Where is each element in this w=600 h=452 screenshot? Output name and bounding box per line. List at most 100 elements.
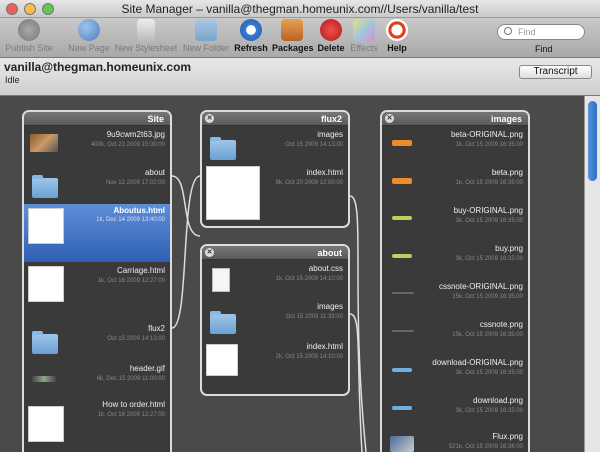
list-item[interactable]: download.png 3k, Oct 15 2009 16:35:00: [382, 394, 528, 430]
buy-image-icon: [392, 216, 412, 220]
css-file-icon: [212, 268, 230, 292]
beta-image-icon: [392, 140, 412, 146]
page-thumbnail-icon: [28, 266, 64, 302]
list-item[interactable]: buy.png 3k, Oct 15 2009 16:35:00: [382, 242, 528, 278]
find-label: Find: [535, 44, 553, 54]
item-meta: 3k, Oct 15 2009 16:35:00: [455, 370, 523, 376]
column-flux2: ✕ flux2 images Oct 15 2009 14:13:00 inde…: [200, 110, 350, 228]
buy-image-icon: [392, 254, 412, 258]
item-name: index.html: [306, 342, 343, 351]
list-item[interactable]: flux2 Oct 15 2009 14:13:00: [24, 322, 170, 360]
list-item[interactable]: 9u9cwm2t63.jpg 400k, Oct 23 2009 15:00:0…: [24, 128, 170, 164]
list-item[interactable]: images Oct 15 2009 14:13:00: [202, 128, 348, 166]
column-images-label: images: [490, 114, 522, 124]
help-button[interactable]: Help: [383, 19, 411, 53]
item-name: flux2: [148, 324, 165, 333]
item-meta: 400k, Oct 23 2009 15:00:00: [90, 142, 165, 148]
page-thumbnail-icon: [206, 166, 260, 220]
item-name: Carriage.html: [116, 266, 165, 275]
column-about-title: ✕ about: [202, 246, 348, 260]
item-name: beta.png: [491, 168, 523, 177]
beta-image-icon: [392, 178, 412, 184]
list-item[interactable]: download-ORIGINAL.png 3k, Oct 15 2009 16…: [382, 356, 528, 392]
flux-image-icon: [390, 436, 414, 452]
item-name: download.png: [473, 396, 523, 405]
item-meta: 1k, Oct 16 2009 12:27:00: [97, 412, 165, 418]
list-item[interactable]: header.gif 6k, Dec 15 2009 11:00:00: [24, 362, 170, 398]
globe-icon: [78, 19, 100, 41]
item-meta: 9k, Oct 20 2009 12:00:00: [275, 180, 343, 186]
cssnote-image-icon: [392, 292, 414, 294]
item-meta: Nov 12 2009 17:02:00: [105, 180, 165, 186]
list-item[interactable]: about Nov 12 2009 17:02:00: [24, 166, 170, 204]
delete-icon: [320, 19, 342, 41]
search-icon: [504, 27, 512, 35]
item-name: cssnote.png: [479, 320, 523, 329]
item-name: buy.png: [495, 244, 523, 253]
new-page-label: New Page: [68, 43, 110, 53]
folder-icon: [32, 331, 58, 354]
delete-button[interactable]: Delete: [316, 19, 346, 53]
item-meta: 15k, Oct 15 2009 16:35:00: [452, 294, 523, 300]
item-meta: Oct 15 2009 11:33:00: [285, 314, 343, 320]
item-meta: Oct 15 2009 14:13:00: [285, 142, 343, 148]
list-item[interactable]: images Oct 15 2009 11:33:00: [202, 300, 348, 338]
jpg-thumbnail-icon: [30, 134, 58, 152]
item-name: How to order.html: [102, 400, 165, 409]
list-item[interactable]: Carriage.html 1k, Oct 16 2009 12:27:00: [24, 262, 170, 322]
new-folder-button[interactable]: New Folder: [181, 19, 231, 53]
publish-site-button[interactable]: Publish Site: [4, 19, 54, 53]
item-meta: 6k, Dec 15 2009 11:00:00: [96, 376, 165, 382]
new-page-button[interactable]: New Page: [66, 19, 112, 53]
packages-icon: [281, 19, 303, 41]
list-item[interactable]: index.html 9k, Oct 20 2009 12:00:00: [202, 166, 348, 226]
folder-icon: [32, 175, 58, 198]
item-name: 9u9cwm2t63.jpg: [106, 130, 165, 139]
page-thumbnail-icon: [206, 344, 238, 376]
refresh-label: Refresh: [234, 43, 268, 53]
window-title: Site Manager – vanilla@thegman.homeunix.…: [121, 2, 479, 16]
effects-button[interactable]: Effects: [348, 19, 380, 53]
packages-button[interactable]: Packages: [272, 19, 314, 53]
publish-site-label: Publish Site: [5, 43, 53, 53]
column-about: ✕ about about.css 1k, Oct 15 2009 14:10:…: [200, 244, 350, 396]
list-item[interactable]: Aboutus.html 1k, Dec 14 2009 13:40:00: [24, 204, 170, 262]
column-flux2-title: ✕ flux2: [202, 112, 348, 126]
search-input[interactable]: Find: [497, 24, 585, 40]
close-icon[interactable]: ✕: [385, 114, 394, 123]
item-name: about.css: [308, 264, 343, 273]
list-item[interactable]: buy-ORIGINAL.png 3k, Oct 15 2009 16:35:0…: [382, 204, 528, 240]
scrollbar-thumb[interactable]: [588, 101, 597, 181]
item-name: images: [317, 130, 343, 139]
list-item[interactable]: beta-ORIGINAL.png 1k, Oct 15 2009 16:35:…: [382, 128, 528, 164]
list-item[interactable]: index.html 2k, Oct 15 2009 14:10:00: [202, 340, 348, 394]
list-item[interactable]: Flux.png 521k, Oct 15 2009 16:36:00: [382, 430, 528, 452]
item-meta: 521k, Oct 15 2009 16:36:00: [448, 444, 523, 450]
new-stylesheet-button[interactable]: New Stylesheet: [114, 19, 178, 53]
item-name: images: [317, 302, 343, 311]
close-icon[interactable]: ✕: [205, 248, 214, 257]
list-item[interactable]: beta.png 1k, Oct 15 2009 16:35:00: [382, 166, 528, 202]
item-meta: 3k, Oct 15 2009 16:35:00: [455, 218, 523, 224]
packages-label: Packages: [272, 43, 314, 53]
vertical-scrollbar[interactable]: [584, 96, 600, 452]
refresh-button[interactable]: Refresh: [233, 19, 269, 53]
item-name: header.gif: [129, 364, 165, 373]
page-thumbnail-icon: [28, 208, 64, 244]
refresh-icon: [240, 19, 262, 41]
stylesheet-icon: [137, 19, 155, 41]
help-icon: [386, 19, 408, 41]
page-thumbnail-icon: [28, 406, 64, 442]
item-name: beta-ORIGINAL.png: [450, 130, 523, 139]
list-item[interactable]: cssnote-ORIGINAL.png 15k, Oct 15 2009 16…: [382, 280, 528, 316]
transcript-button[interactable]: Transcript: [519, 65, 592, 79]
close-icon[interactable]: ✕: [205, 114, 214, 123]
item-meta: 1k, Oct 15 2009 16:35:00: [455, 180, 523, 186]
list-item[interactable]: about.css 1k, Oct 15 2009 14:10:00: [202, 262, 348, 298]
item-name: index.html: [306, 168, 343, 177]
item-meta: 1k, Oct 16 2009 12:27:00: [97, 278, 165, 284]
title-bar: Site Manager – vanilla@thegman.homeunix.…: [0, 0, 600, 18]
list-item[interactable]: How to order.html 1k, Oct 16 2009 12:27:…: [24, 398, 170, 452]
list-item[interactable]: cssnote.png 15k, Oct 15 2009 16:35:00: [382, 318, 528, 354]
item-name: about: [144, 168, 165, 177]
